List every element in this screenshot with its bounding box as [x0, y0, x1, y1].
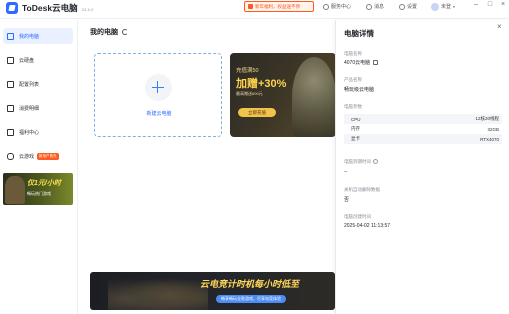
auto-delete-label: 关机自动删除数据: [344, 187, 380, 192]
sidebar-item-config-list[interactable]: 配置列表: [3, 76, 73, 92]
new-user-badge: 新用户首充: [37, 152, 59, 160]
monitor-icon: [7, 32, 14, 40]
sidebar-item-label: 云游戏: [19, 153, 35, 160]
spec-key: 显卡: [351, 136, 360, 141]
sidebar-item-cloud-disk[interactable]: 云硬盘: [3, 52, 73, 68]
settings-label: 设置: [407, 4, 418, 10]
spec-table: CPU 12核20线程 内存 32GB 显卡 RTX4070: [344, 114, 502, 144]
title-bar: ToDesk云电脑 v1.x.x 新年福利，权益送不停 服务中心 消息 设置 未…: [0, 0, 509, 19]
side-promo-banner[interactable]: 仅1元/小时 畅玩热门游戏: [3, 173, 73, 205]
headset-icon: [323, 3, 329, 10]
expiry-value: --: [344, 169, 348, 175]
sidebar-item-label: 我的电脑: [19, 33, 40, 40]
service-center-label: 服务中心: [331, 4, 352, 10]
sidebar-item-label: 消费明细: [19, 105, 40, 112]
promo-subline: 最高赠送600元: [236, 91, 263, 96]
bell-icon: [366, 3, 372, 10]
plus-icon: [145, 74, 172, 101]
login-button[interactable]: 未登 ▾: [431, 2, 455, 11]
bottom-banner-subline: 畅享畅玩全款游戏，尽享电竞体验: [216, 295, 286, 303]
promo-condition: 充值满50: [236, 68, 259, 74]
game-characters-image: [108, 274, 208, 310]
table-row: 内存 32GB: [344, 124, 502, 134]
created-value: 2025-04-02 11:13:57: [344, 223, 391, 229]
sidebar-item-cloud-gaming[interactable]: 云游戏 新用户首充: [3, 148, 73, 164]
gift-icon: [248, 4, 253, 9]
messages-button[interactable]: 消息: [366, 2, 384, 11]
gift-icon: [7, 128, 14, 136]
spec-key: 内存: [351, 126, 360, 131]
messages-label: 消息: [374, 4, 385, 10]
todesk-logo-icon: [6, 2, 18, 14]
recharge-now-button[interactable]: 立即充值: [238, 108, 276, 117]
app-logo: ToDesk云电脑 v1.x.x: [6, 2, 93, 14]
cloud-disk-icon: [7, 56, 14, 64]
info-icon[interactable]: [373, 159, 378, 165]
product-name-label: 产品名称: [344, 77, 362, 82]
maximize-button[interactable]: □: [486, 1, 494, 9]
panel-title: 电脑详情: [344, 29, 374, 38]
created-label: 电脑创建时间: [344, 214, 371, 219]
refresh-icon[interactable]: [122, 29, 128, 35]
side-banner-headline: 仅1元/小时: [27, 180, 61, 187]
chevron-down-icon: ▾: [453, 4, 456, 9]
bottom-banner-headline: 云电竞计时机每小时低至: [200, 279, 300, 289]
spec-value: 12核20线程: [475, 116, 499, 121]
pc-name-value: 4070云电脑: [344, 59, 379, 66]
side-banner-subline: 畅玩热门游戏: [27, 191, 51, 196]
promo-pill-label: 新年福利，权益送不停: [255, 3, 300, 9]
avatar: [431, 2, 439, 11]
auto-delete-value: 否: [344, 197, 350, 203]
spec-value: RTX4070: [480, 136, 499, 142]
pc-params-label: 电脑参数: [344, 104, 362, 109]
pc-name-label: 电脑名称: [344, 51, 362, 56]
app-title: ToDesk云电脑: [22, 3, 78, 13]
table-row: CPU 12核20线程: [344, 114, 502, 124]
sidebar-item-welfare[interactable]: 福利中心: [3, 124, 73, 140]
new-cloud-pc-label: 新建云电脑: [146, 111, 172, 117]
page-title-text: 我的电脑: [90, 29, 118, 36]
expiry-label: 电脑到期时间: [344, 159, 378, 165]
sidebar-item-my-pc[interactable]: 我的电脑: [3, 28, 73, 44]
sidebar-item-billing[interactable]: 消费明细: [3, 100, 73, 116]
sidebar-item-label: 福利中心: [19, 129, 40, 136]
recharge-promo-card[interactable]: 充值满50 加赠+30% 最高赠送600元 立即充值: [230, 53, 336, 137]
sidebar-item-label: 配置列表: [19, 81, 40, 88]
service-center-button[interactable]: 服务中心: [323, 2, 351, 11]
promo-pill[interactable]: 新年福利，权益送不停: [244, 1, 314, 12]
receipt-icon: [7, 104, 14, 112]
close-icon[interactable]: ×: [497, 22, 502, 31]
pc-name-text: 4070云电脑: [344, 60, 371, 66]
gear-icon: [399, 3, 405, 10]
list-icon: [7, 80, 14, 88]
gamepad-icon: [7, 152, 14, 160]
page-title: 我的电脑: [90, 27, 128, 37]
spec-value: 32GB: [487, 126, 499, 132]
app-version: v1.x.x: [81, 7, 94, 12]
sidebar: 我的电脑 云硬盘 配置列表 消费明细 福利中心 云游戏 新用户首充 仅1元/小时…: [0, 20, 78, 314]
close-window-button[interactable]: ×: [499, 1, 507, 9]
settings-button[interactable]: 设置: [399, 2, 417, 11]
expiry-label-text: 电脑到期时间: [344, 159, 371, 164]
minimize-button[interactable]: –: [472, 1, 480, 9]
pc-details-panel: 电脑详情 × 电脑名称 4070云电脑 产品名称 畅玩级云电脑 电脑参数 CPU…: [335, 20, 509, 314]
sidebar-item-label: 云硬盘: [19, 57, 35, 64]
table-row: 显卡 RTX4070: [344, 134, 502, 144]
promo-headline: 加赠+30%: [236, 78, 287, 90]
game-character-image: [5, 176, 25, 204]
edit-icon[interactable]: [373, 60, 379, 65]
new-cloud-pc-card[interactable]: 新建云电脑: [94, 53, 222, 137]
product-name-value: 畅玩级云电脑: [344, 87, 375, 93]
login-label: 未登: [441, 4, 452, 10]
bottom-promo-banner[interactable]: 云电竞计时机每小时低至 畅享畅玩全款游戏，尽享电竞体验: [90, 272, 335, 310]
game-character-image: [292, 57, 336, 137]
spec-key: CPU: [351, 116, 361, 122]
